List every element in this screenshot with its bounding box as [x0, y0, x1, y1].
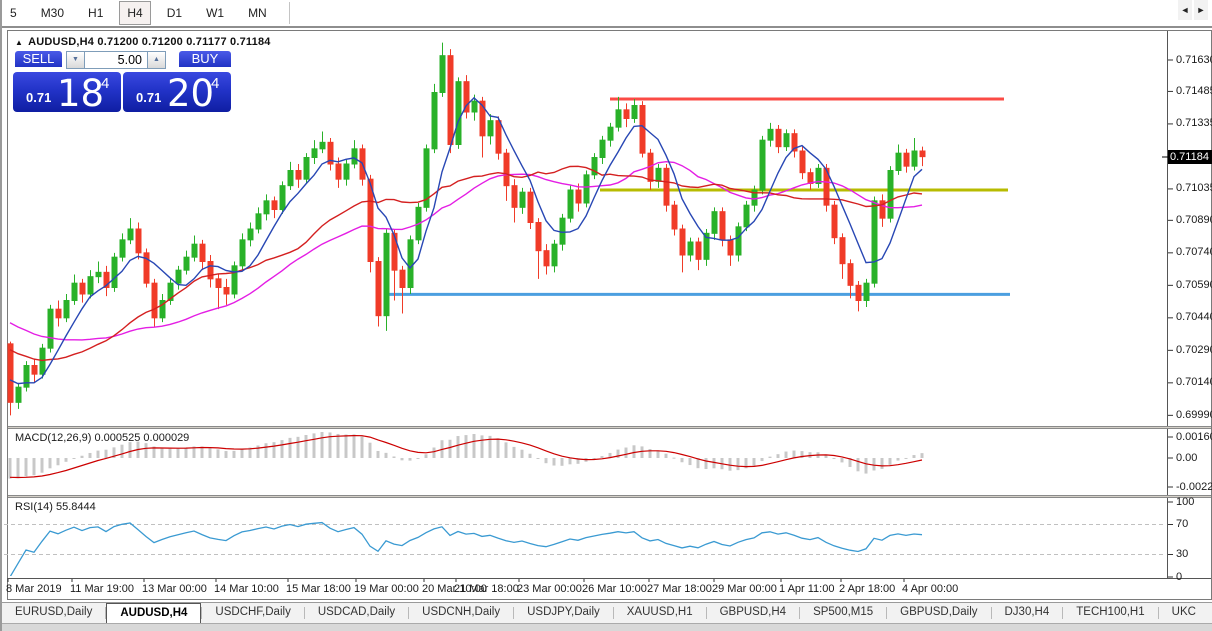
price-axis-label: 0.70140 [1176, 376, 1212, 389]
timeframe-button-w1[interactable]: W1 [198, 1, 232, 25]
price-axis-label: 0.70740 [1176, 246, 1212, 259]
chart-tab-usdcad-daily[interactable]: USDCAD,Daily [305, 603, 408, 623]
chart-tab-audusd-h4[interactable]: AUDUSD,H4 [106, 603, 202, 623]
chart-tab-usdjpy-daily[interactable]: USDJPY,Daily [514, 603, 613, 623]
price-axis-label: 0.70290 [1176, 343, 1212, 356]
price-axis-label: 0.71335 [1176, 117, 1212, 130]
time-axis-label: 4 Apr 00:00 [902, 583, 959, 595]
macd-panel-label: MACD(12,26,9) 0.000525 0.000029 [15, 432, 190, 444]
volume-input[interactable] [85, 51, 147, 69]
volume-stepper-down[interactable]: ▼ [66, 51, 85, 69]
toolbar-separator [288, 2, 290, 24]
price-axis-label: 0.71035 [1176, 182, 1212, 195]
timeframe-button-h4[interactable]: H4 [119, 1, 151, 25]
chart-tab-dj30-h4[interactable]: DJ30,H4 [992, 603, 1063, 623]
time-axis-label: 21 Mar 18:00 [454, 583, 519, 595]
timeframe-button-5[interactable]: 5 [2, 1, 25, 25]
volume-stepper-up[interactable]: ▲ [147, 51, 166, 69]
macd-axis-label: 0.001605 [1176, 430, 1212, 443]
chart-tab-eurusd-daily[interactable]: EURUSD,Daily [2, 603, 105, 623]
rsi-panel-label: RSI(14) 55.8444 [15, 501, 96, 513]
chart-tab-usdchf-daily[interactable]: USDCHF,Daily [202, 603, 303, 623]
time-axis-label: 13 Mar 00:00 [142, 583, 207, 595]
chart-window[interactable]: ▲ AUDUSD,H4 0.71200 0.71200 0.71177 0.711… [7, 30, 1212, 600]
timeframe-button-m30[interactable]: M30 [33, 1, 72, 25]
timeframe-button-d1[interactable]: D1 [159, 1, 190, 25]
tab-scroll-left-button[interactable]: ◄ [1178, 0, 1192, 20]
trading-app-window: 5 M30 H1 H4 D1 W1 MN ▲ AUDUSD,H4 0.71200 0.7120… [0, 0, 1212, 631]
chart-symbol-period: AUDUSD,H4 [28, 36, 95, 48]
time-axis-label: 23 Mar 00:00 [517, 583, 582, 595]
time-axis-label: 11 Mar 19:00 [70, 583, 135, 595]
buy-price-prefix: 0.71 [136, 90, 162, 105]
sell-button[interactable]: SELL [15, 51, 62, 69]
chart-tab-usdcnh-daily[interactable]: USDCNH,Daily [409, 603, 513, 623]
tab-scroll-right-button[interactable]: ► [1194, 0, 1208, 20]
trade-panel: SELL ▼ ▲ BUY 0.71 18 4 0.71 20 4 [13, 51, 233, 115]
chart-tab-xauusd-h1[interactable]: XAUUSD,H1 [614, 603, 706, 623]
time-axis-label: 29 Mar 00:00 [712, 583, 777, 595]
macd-axis-label: 0.00 [1176, 451, 1198, 464]
price-axis-label: 0.71630 [1176, 53, 1212, 66]
status-strip [2, 623, 1212, 631]
buy-price-main: 20 [167, 72, 215, 115]
chart-tab-gbpusd-h4[interactable]: GBPUSD,H4 [707, 603, 799, 623]
chart-title: ▲ AUDUSD,H4 0.71200 0.71200 0.71177 0.711… [15, 36, 271, 48]
sell-price-main: 18 [57, 72, 105, 115]
price-axis-label: 0.69990 [1176, 408, 1212, 421]
time-axis-label: 27 Mar 18:00 [647, 583, 712, 595]
rsi-axis-label: 0 [1176, 570, 1183, 583]
chart-tab-gbpusd-daily[interactable]: GBPUSD,Daily [887, 603, 990, 623]
rsi-axis-label: 70 [1176, 518, 1189, 530]
sell-price-prefix: 0.71 [26, 90, 52, 105]
timeframe-toolbar: 5 M30 H1 H4 D1 W1 MN [2, 0, 1212, 28]
time-axis-label: 14 Mar 10:00 [214, 583, 279, 595]
macd-panel-divider[interactable] [8, 426, 1211, 429]
timeframe-button-h1[interactable]: H1 [80, 1, 111, 25]
time-axis-label: 8 Mar 2019 [6, 583, 62, 595]
rsi-panel-divider[interactable] [8, 495, 1211, 498]
price-axis-label: 0.70890 [1176, 213, 1212, 226]
chart-tab-ukc[interactable]: UKC [1159, 603, 1209, 623]
chart-tab-tech100-h1[interactable]: TECH100,H1 [1063, 603, 1157, 623]
time-axis-label: 19 Mar 00:00 [354, 583, 419, 595]
time-axis-label: 2 Apr 18:00 [839, 583, 896, 595]
buy-button[interactable]: BUY [179, 51, 231, 69]
chart-tab-sp500-m15[interactable]: SP500,M15 [800, 603, 886, 623]
price-axis-label: 0.70590 [1176, 278, 1212, 291]
macd-axis-label: -0.002235 [1176, 480, 1212, 493]
current-price-badge: 0.71184 [1168, 150, 1212, 164]
time-axis-label: 1 Apr 11:00 [779, 583, 835, 595]
price-axis-label: 0.70440 [1176, 311, 1212, 324]
collapse-arrow-icon[interactable]: ▲ [15, 38, 23, 47]
chart-ohlc-quotes: 0.71200 0.71200 0.71177 0.71184 [97, 36, 271, 48]
time-axis-border [8, 578, 1211, 579]
buy-price-pipette: 4 [211, 75, 220, 92]
price-axis-label: 0.71485 [1176, 84, 1212, 97]
rsi-axis-label: 100 [1176, 495, 1195, 508]
sell-price-display[interactable]: 0.71 18 4 [13, 72, 121, 115]
time-axis-label: 15 Mar 18:00 [286, 583, 351, 595]
rsi-axis-label: 30 [1176, 548, 1189, 560]
buy-price-display[interactable]: 0.71 20 4 [123, 72, 231, 115]
timeframe-button-mn[interactable]: MN [240, 1, 275, 25]
tab-bar: EURUSD,Daily AUDUSD,H4 USDCHF,Daily USDCAD,… [2, 602, 1212, 623]
time-axis-label: 26 Mar 10:00 [582, 583, 647, 595]
sell-price-pipette: 4 [101, 75, 110, 92]
